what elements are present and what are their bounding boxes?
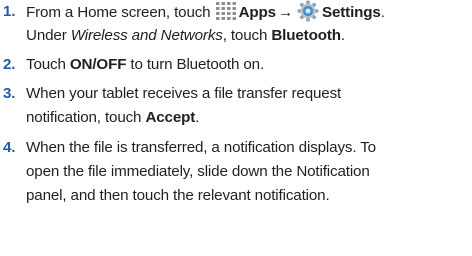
step-line: panel, and then touch the relevant notif… [26,187,330,204]
step-number: 1. [3,3,16,20]
wireless-networks-label: Wireless and Networks [70,27,223,44]
step-text-segment: notification, touch [26,109,142,126]
step-text-segment: Under [26,27,67,44]
step-number: 3. [3,85,16,102]
step-number: 4. [3,139,16,156]
step-text-segment: , touch [222,27,268,44]
step-line: From a Home screen, touch Apps → Setting… [26,0,385,24]
step-line: open the file immediately, slide down th… [26,163,370,180]
arrow-right-icon: → [277,4,293,21]
bluetooth-label: Bluetooth [271,27,341,44]
step-line: When your tablet receives a file transfe… [26,85,342,102]
settings-gear-icon [297,0,319,22]
on-off-label: ON/OFF [69,56,127,73]
step-line: notification, touch Accept. [26,106,341,130]
step-number: 2. [3,56,16,73]
step-line: Touch ON/OFF to turn Bluetooth on. [26,53,264,77]
step-text: When the file is transferred, a notifica… [26,136,376,208]
step-text-segment: to turn Bluetooth on. [126,56,265,73]
step-text-segment: . [380,4,385,21]
step-text: Touch ON/OFF to turn Bluetooth on. [26,53,264,77]
step-text-segment: . [195,109,200,126]
apps-grid-icon [215,2,236,20]
step-line: When the file is transferred, a notifica… [26,139,376,156]
step-text-segment: Touch [26,56,66,73]
settings-label: Settings [321,4,381,21]
step-line: Under Wireless and Networks, touch Bluet… [26,24,385,48]
step-text: When your tablet receives a file transfe… [26,82,341,130]
step-text-segment: . [340,27,345,44]
accept-label: Accept [145,109,196,126]
step-text: From a Home screen, touch Apps → Setting… [26,0,385,48]
apps-label: Apps [238,4,277,21]
step-text-segment: From a Home screen, touch [26,4,211,21]
